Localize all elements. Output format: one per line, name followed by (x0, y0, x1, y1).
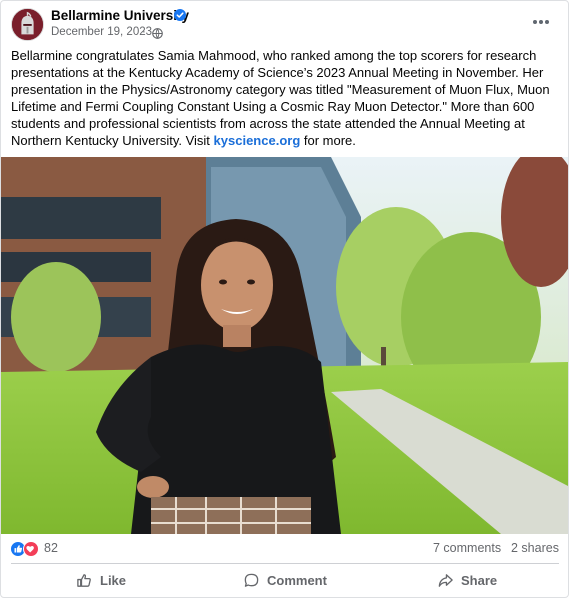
comments-count[interactable]: 7 comments (433, 541, 501, 555)
comment-bubble-icon (244, 573, 259, 587)
reaction-count[interactable]: 82 (44, 541, 58, 555)
page-name[interactable]: Bellarmine University (51, 8, 189, 23)
knight-logo-icon (12, 9, 43, 40)
more-dot-icon (533, 20, 537, 24)
comment-button[interactable]: Comment (243, 565, 327, 595)
facebook-post: Bellarmine University December 19, 2023 … (0, 0, 569, 598)
comment-label: Comment (267, 572, 327, 588)
student-portrait-image (1, 157, 568, 534)
shares-count[interactable]: 2 shares (511, 541, 559, 555)
divider (11, 563, 559, 564)
verified-badge-icon (174, 9, 186, 21)
share-label: Share (461, 572, 498, 588)
share-arrow-icon (438, 573, 453, 587)
post-actions: Like Comment Share (1, 565, 568, 595)
heart-icon (23, 541, 39, 557)
post-text-end: for more. (300, 133, 356, 148)
post-date[interactable]: December 19, 2023 (51, 26, 152, 38)
post-header: Bellarmine University December 19, 2023 … (1, 1, 568, 45)
share-button[interactable]: Share (437, 565, 497, 595)
date-separator: · (142, 26, 146, 38)
more-dot-icon (545, 20, 549, 24)
more-dot-icon (539, 20, 543, 24)
more-options-button[interactable] (529, 11, 553, 33)
thumbs-up-outline-icon (77, 573, 91, 587)
post-text: Bellarmine congratulates Samia Mahmood, … (11, 47, 559, 149)
post-photo[interactable] (1, 157, 568, 534)
post-link[interactable]: kyscience.org (214, 133, 301, 148)
like-button[interactable]: Like (76, 565, 126, 595)
post-stats: 82 7 comments 2 shares (1, 534, 568, 562)
like-label: Like (100, 572, 127, 588)
page-avatar[interactable] (11, 8, 44, 41)
globe-icon (152, 28, 163, 39)
